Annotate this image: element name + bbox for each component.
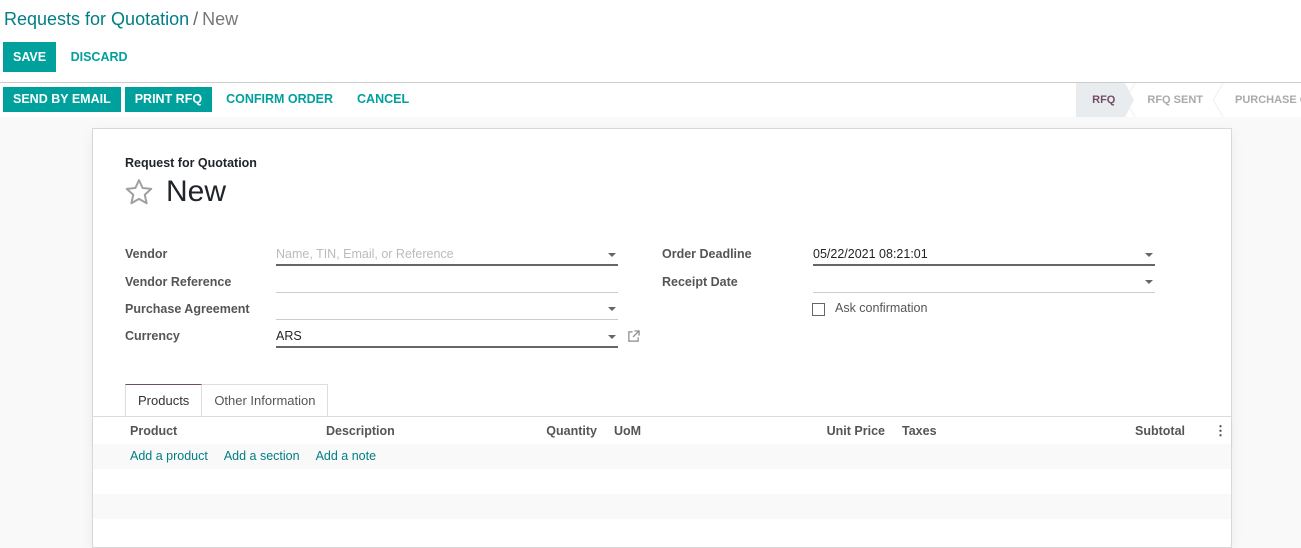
purchase-agreement-label: Purchase Agreement — [125, 302, 250, 316]
control-panel: Requests for Quotation / New SAVE DISCARD … — [0, 0, 1301, 117]
vendor-reference-field[interactable] — [276, 271, 618, 293]
stage-purchase-order[interactable]: PURCHASE ORDER — [1213, 83, 1301, 117]
breadcrumb: Requests for Quotation / New — [4, 9, 238, 30]
purchase-agreement-field[interactable] — [276, 298, 618, 320]
add-section-link[interactable]: Add a section — [224, 449, 300, 463]
order-deadline-dropdown-caret-icon[interactable] — [1145, 253, 1153, 257]
status-stages: RFQ RFQ SENT PURCHASE ORDER — [1076, 83, 1301, 117]
column-product[interactable]: Product — [130, 424, 177, 438]
purchase-agreement-dropdown-caret-icon[interactable] — [608, 307, 616, 311]
form-sheet: Request for Quotation New Vendor Name, T… — [92, 128, 1232, 548]
star-icon[interactable] — [124, 177, 154, 207]
vendor-placeholder: Name, TIN, Email, or Reference — [276, 247, 454, 261]
add-product-link[interactable]: Add a product — [130, 449, 208, 463]
currency-field[interactable]: ARS — [276, 326, 618, 348]
vendor-dropdown-caret-icon[interactable] — [608, 253, 616, 257]
vendor-field[interactable]: Name, TIN, Email, or Reference — [276, 244, 618, 266]
vendor-label: Vendor — [125, 247, 168, 261]
empty-row — [93, 469, 1231, 494]
currency-label: Currency — [125, 329, 180, 343]
status-actions: SEND BY EMAIL PRINT RFQ CONFIRM ORDER CA… — [3, 87, 419, 112]
save-button[interactable]: SAVE — [3, 42, 57, 72]
edit-buttons: SAVE DISCARD — [3, 42, 138, 72]
column-unit-price[interactable]: Unit Price — [827, 424, 885, 438]
breadcrumb-parent-link[interactable]: Requests for Quotation — [4, 9, 189, 29]
tab-other-information[interactable]: Other Information — [202, 384, 329, 417]
ask-confirmation-checkbox[interactable] — [812, 303, 825, 316]
tab-products[interactable]: Products — [125, 384, 203, 417]
confirm-order-button[interactable]: CONFIRM ORDER — [216, 87, 343, 112]
external-link-icon[interactable] — [627, 330, 640, 343]
stage-rfq-sent[interactable]: RFQ SENT — [1125, 83, 1213, 117]
add-line-row: Add a product Add a section Add a note — [93, 444, 1231, 469]
cancel-button[interactable]: CANCEL — [347, 87, 419, 112]
column-uom[interactable]: UoM — [614, 424, 641, 438]
print-rfq-button[interactable]: PRINT RFQ — [124, 87, 213, 112]
add-note-link[interactable]: Add a note — [316, 449, 376, 463]
order-deadline-field[interactable]: 05/22/2021 08:21:01 — [813, 244, 1155, 266]
column-taxes[interactable]: Taxes — [902, 424, 937, 438]
discard-button[interactable]: DISCARD — [61, 42, 138, 72]
ask-confirmation-label[interactable]: Ask confirmation — [835, 301, 927, 315]
currency-dropdown-caret-icon[interactable] — [608, 335, 616, 339]
order-deadline-value: 05/22/2021 08:21:01 — [813, 247, 928, 261]
column-description[interactable]: Description — [326, 424, 395, 438]
currency-value: ARS — [276, 329, 302, 343]
vendor-reference-label: Vendor Reference — [125, 275, 232, 289]
breadcrumb-current: New — [202, 9, 239, 29]
record-title: New — [166, 175, 227, 208]
stage-rfq[interactable]: RFQ — [1076, 83, 1135, 117]
optional-columns-kebab-icon[interactable]: ⋮ — [1214, 423, 1227, 439]
receipt-date-field[interactable] — [813, 271, 1155, 293]
document-kind-label: Request for Quotation — [125, 156, 257, 170]
column-quantity[interactable]: Quantity — [546, 424, 597, 438]
add-line-links: Add a product Add a section Add a note — [130, 449, 376, 463]
breadcrumb-separator: / — [193, 9, 199, 29]
column-subtotal[interactable]: Subtotal — [1135, 424, 1185, 438]
receipt-date-dropdown-caret-icon[interactable] — [1145, 280, 1153, 284]
title-row: New — [124, 175, 226, 209]
empty-row — [93, 494, 1231, 519]
order-lines-header: Product Description Quantity UoM Unit Pr… — [93, 417, 1231, 444]
order-deadline-label: Order Deadline — [662, 247, 752, 261]
notebook-tabs: Products Other Information — [125, 384, 329, 417]
send-by-email-button[interactable]: SEND BY EMAIL — [3, 87, 121, 112]
statusbar: SEND BY EMAIL PRINT RFQ CONFIRM ORDER CA… — [0, 82, 1301, 117]
receipt-date-label: Receipt Date — [662, 275, 738, 289]
